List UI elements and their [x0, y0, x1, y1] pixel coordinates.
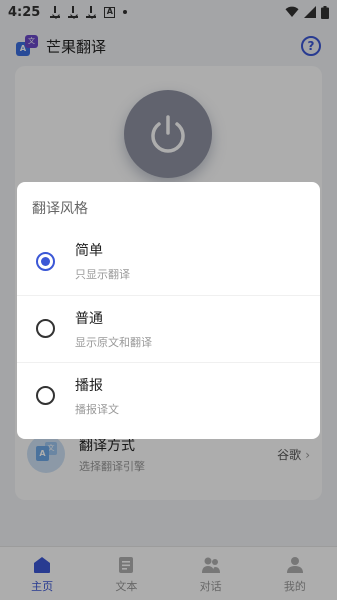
option-description: 显示原文和翻译 — [75, 335, 152, 349]
style-option-simple[interactable]: 简单 只显示翻译 — [17, 228, 320, 294]
radio-checked-icon[interactable] — [36, 251, 55, 271]
radio-unchecked-icon[interactable] — [36, 319, 55, 338]
option-label: 播报 — [75, 377, 103, 394]
option-description: 播报译文 — [75, 402, 119, 416]
translation-style-dialog: 翻译风格 简单 只显示翻译 普通 显示原文和翻译 播报 播报译文 — [17, 182, 320, 439]
radio-unchecked-icon[interactable] — [36, 386, 55, 405]
option-description: 只显示翻译 — [75, 268, 130, 281]
style-option-normal[interactable]: 普通 显示原文和翻译 — [17, 295, 320, 361]
option-label: 简单 — [75, 243, 103, 259]
option-label: 普通 — [75, 310, 103, 327]
dialog-title: 翻译风格 — [32, 201, 88, 217]
style-option-broadcast[interactable]: 播报 播报译文 — [17, 362, 320, 428]
